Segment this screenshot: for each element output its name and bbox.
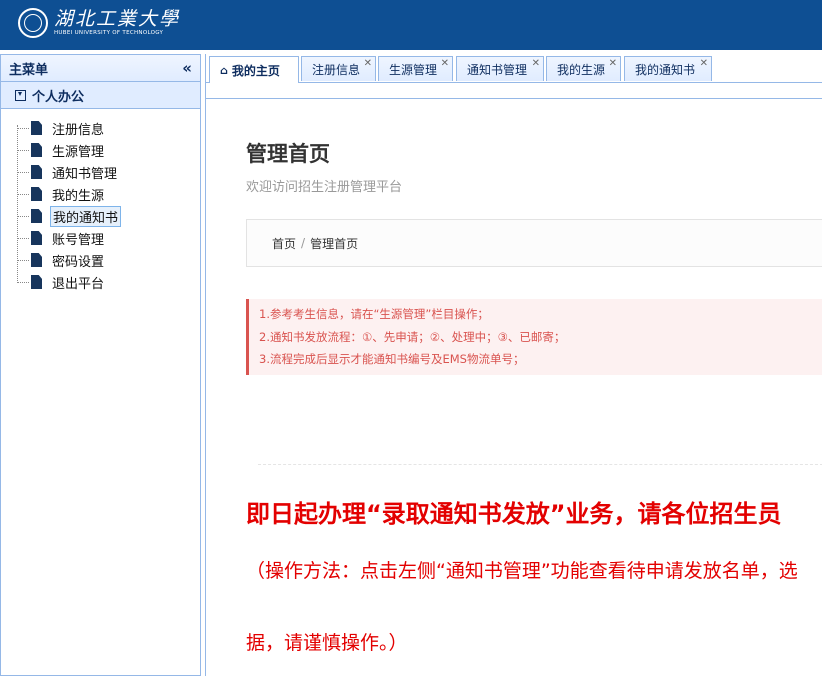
home-icon: ⌂ [220,63,228,77]
tab-notice-management[interactable]: 通知书管理 ✕ [456,56,544,81]
sidebar-item-registration[interactable]: 注册信息 [17,117,121,139]
tab-label: 我的生源 [557,62,606,77]
menu-group-label: 个人办公 [32,89,85,105]
document-icon [31,231,42,245]
tab-label: 我的主页 [231,63,280,78]
sidebar-item-label: 注册信息 [52,122,105,138]
sidebar-item-notice-management[interactable]: 通知书管理 [17,161,121,183]
tab-home[interactable]: ⌂ 我的主页 [209,56,299,83]
tab-registration[interactable]: 注册信息 ✕ [301,56,376,81]
expand-toggle-icon[interactable] [15,89,26,101]
header-bar: 湖北工業大學 HUBEI UNIVERSITY OF TECHNOLOGY [0,0,822,50]
sidebar-item-label: 我的生源 [52,188,105,204]
collapse-icon[interactable]: « [182,59,192,77]
sidebar-item-password[interactable]: 密码设置 [17,249,121,271]
sidebar-item-label: 生源管理 [52,144,105,160]
breadcrumb-home-link[interactable]: 首页 [272,235,296,252]
notice-box: 1.参考考生信息，请在“生源管理”栏目操作； 2.通知书发放流程：①、先申请；②… [246,299,822,375]
document-icon [31,187,42,201]
tab-label: 注册信息 [312,62,361,77]
breadcrumb-current: 管理首页 [310,236,359,251]
sidebar-item-label: 我的通知书 [50,205,122,227]
sidebar-item-logout[interactable]: 退出平台 [17,271,121,293]
document-icon [31,165,42,179]
notice-line: 3.流程完成后显示才能通知书编号及EMS物流单号； [259,352,525,366]
sidebar-header: 主菜单 « [1,55,200,82]
breadcrumb: 首页 / 管理首页 [246,219,822,267]
sidebar: 主菜单 « 个人办公 注册信息 生源管理 通知书管理 我的生源 我的通知书 账号… [0,54,201,676]
page-title: 管理首页 [246,142,330,166]
main-panel: ⌂ 我的主页 注册信息 ✕ 生源管理 ✕ 通知书管理 ✕ 我的生源 ✕ 我的通知… [205,54,822,677]
sidebar-item-label: 退出平台 [52,276,105,292]
document-icon [31,121,42,135]
tab-label: 生源管理 [389,62,438,77]
close-icon[interactable]: ✕ [609,58,617,69]
document-icon [31,143,42,157]
tab-label: 通知书管理 [467,62,528,77]
close-icon[interactable]: ✕ [364,58,372,69]
document-icon [31,253,42,267]
logo-english-name: HUBEI UNIVERSITY OF TECHNOLOGY [54,30,164,36]
tab-my-notices[interactable]: 我的通知书 ✕ [624,56,712,81]
menu-tree: 注册信息 生源管理 通知书管理 我的生源 我的通知书 账号管理 密码设置 退出平… [17,117,122,293]
tab-student-source[interactable]: 生源管理 ✕ [378,56,453,81]
menu-group-personal[interactable]: 个人办公 [1,82,200,109]
logo-chinese-name: 湖北工業大學 [54,8,181,30]
close-icon[interactable]: ✕ [532,58,540,69]
close-icon[interactable]: ✕ [700,58,708,69]
notice-line: 1.参考考生信息，请在“生源管理”栏目操作； [259,307,489,321]
tab-label: 我的通知书 [635,62,696,77]
announcement-headline: 即日起办理“录取通知书发放”业务，请各位招生员 [246,500,782,528]
sidebar-title: 主菜单 [9,62,49,78]
page-subtitle: 欢迎访问招生注册管理平台 [246,180,403,195]
divider [258,464,822,465]
sidebar-item-label: 账号管理 [52,232,105,248]
sidebar-item-my-notices[interactable]: 我的通知书 [17,205,122,227]
sidebar-item-student-source[interactable]: 生源管理 [17,139,121,161]
document-icon [31,275,42,289]
sidebar-item-label: 通知书管理 [52,166,118,182]
notice-line: 2.通知书发放流程：①、先申请；②、处理中；③、已邮寄； [259,329,566,344]
document-icon [31,209,42,223]
sidebar-item-account[interactable]: 账号管理 [17,227,121,249]
close-icon[interactable]: ✕ [441,58,449,69]
announcement-detail: 据，请谨慎操作。） [246,632,408,654]
breadcrumb-separator: / [301,236,306,250]
tab-bar: ⌂ 我的主页 注册信息 ✕ 生源管理 ✕ 通知书管理 ✕ 我的生源 ✕ 我的通知… [206,54,822,83]
sidebar-item-label: 密码设置 [52,254,105,270]
tab-my-students[interactable]: 我的生源 ✕ [546,56,621,81]
university-seal-icon [18,8,48,38]
sidebar-item-my-students[interactable]: 我的生源 [17,183,121,205]
announcement-detail: （操作方法：点击左侧“通知书管理”功能查看待申请发放名单，选 [246,560,798,582]
university-logo[interactable]: 湖北工業大學 HUBEI UNIVERSITY OF TECHNOLOGY [18,8,180,38]
